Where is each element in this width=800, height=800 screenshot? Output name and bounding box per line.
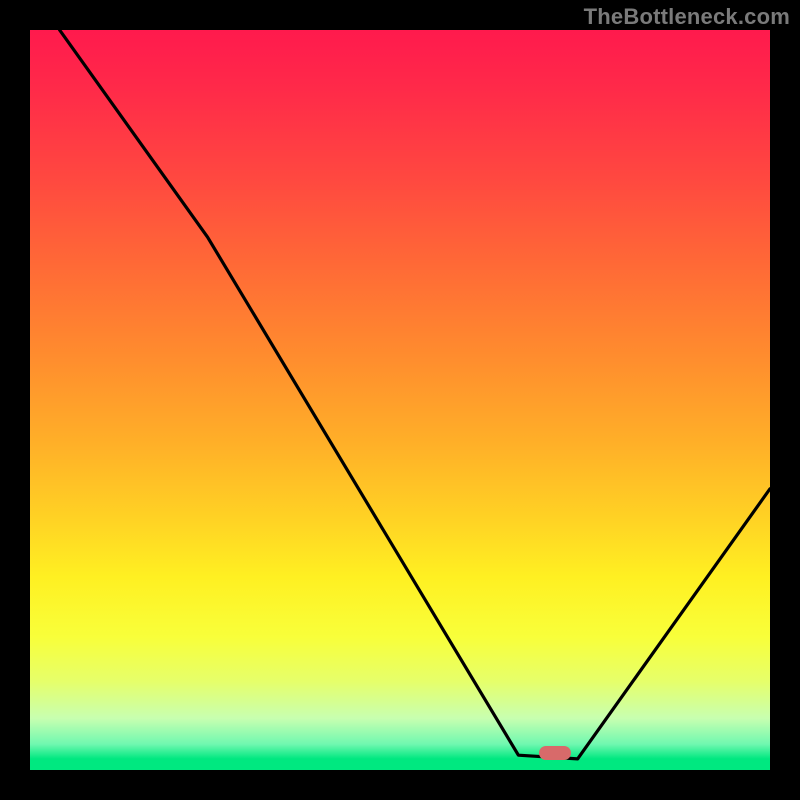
watermark-text: TheBottleneck.com	[584, 4, 790, 30]
chart-frame: TheBottleneck.com	[0, 0, 800, 800]
optimal-marker	[539, 746, 571, 760]
curve-svg	[30, 30, 770, 770]
bottleneck-curve	[60, 30, 770, 759]
plot-area	[30, 30, 770, 770]
